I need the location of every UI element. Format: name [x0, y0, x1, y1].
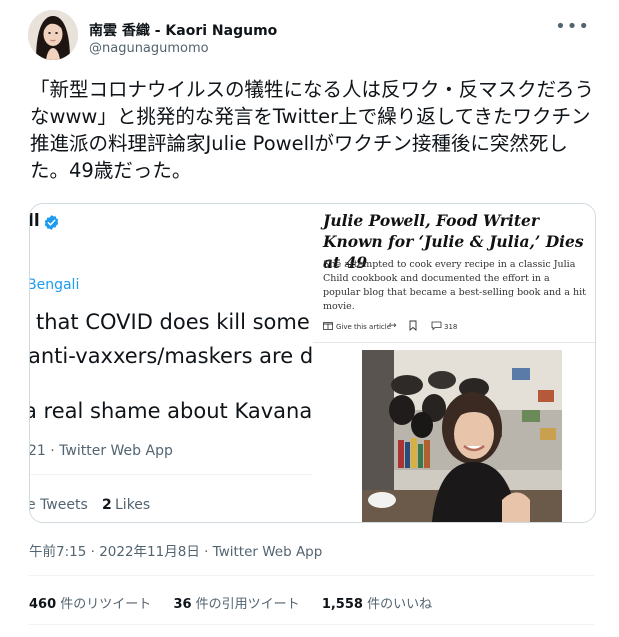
- divider-bottom: [29, 624, 594, 625]
- verified-badge-icon: [44, 215, 59, 230]
- quoted-text-line-1: that COVID does kill some: [36, 310, 310, 334]
- tweet-text: 「新型コロナウイルスの犠牲になる人は反ワク・反マスクだろうなwww」と挑発的な発…: [30, 78, 594, 182]
- tweet-header: 南雲 香織 - Kaori Nagumo @nagunagumomo •••: [28, 10, 598, 66]
- quotes-stat[interactable]: 36 件の引用ツイート: [173, 597, 299, 612]
- article-subhead: She attempted to cook every recipe in a …: [323, 259, 586, 312]
- quoted-meta: 21 · Twitter Web App: [30, 443, 173, 459]
- article-photo: [362, 350, 562, 522]
- gift-icon: [323, 321, 333, 332]
- media-screenshot-left[interactable]: ll Bengali that COVID does kill some ant…: [30, 204, 312, 522]
- cropped-name-fragment: ll: [30, 211, 40, 231]
- retweets-stat[interactable]: 460 件のリツイート: [29, 597, 151, 612]
- quoted-likes-count: 2: [102, 497, 112, 513]
- quoted-retweets-fragment: e Tweets: [30, 497, 88, 513]
- likes-stat[interactable]: 1,558 件のいいね: [322, 597, 432, 612]
- more-options-icon[interactable]: •••: [555, 16, 590, 37]
- author-handle[interactable]: @nagunagumomo: [89, 41, 209, 56]
- tweet-stats: 460 件のリツイート 36 件の引用ツイート 1,558 件のいいね: [29, 593, 450, 612]
- quoted-text-line-3: a real shame about Kavana: [30, 399, 312, 423]
- tweet-media[interactable]: ll Bengali that COVID does kill some ant…: [29, 203, 596, 523]
- bookmark-icon: [409, 320, 417, 333]
- share-arrow-icon: ↪: [389, 321, 397, 331]
- tweet-timestamp[interactable]: 午前7:15 · 2022年11月8日 · Twitter Web App: [29, 540, 322, 560]
- author-display-name[interactable]: 南雲 香織 - Kaori Nagumo: [89, 20, 277, 40]
- cropped-handle-fragment: Bengali: [30, 277, 80, 293]
- divider-top: [29, 575, 594, 576]
- quoted-likes-label: Likes: [115, 497, 151, 513]
- avatar[interactable]: [28, 10, 78, 60]
- quoted-divider: [30, 474, 312, 475]
- quoted-text-line-2: anti-vaxxers/maskers are dy: [30, 344, 312, 368]
- comments-count: 318: [444, 323, 458, 331]
- share-label: Give this article: [336, 323, 391, 331]
- comment-icon: [431, 321, 442, 332]
- article-divider: [313, 342, 595, 343]
- media-article-right[interactable]: Julie Powell, Food Writer Known for ‘Jul…: [313, 204, 595, 522]
